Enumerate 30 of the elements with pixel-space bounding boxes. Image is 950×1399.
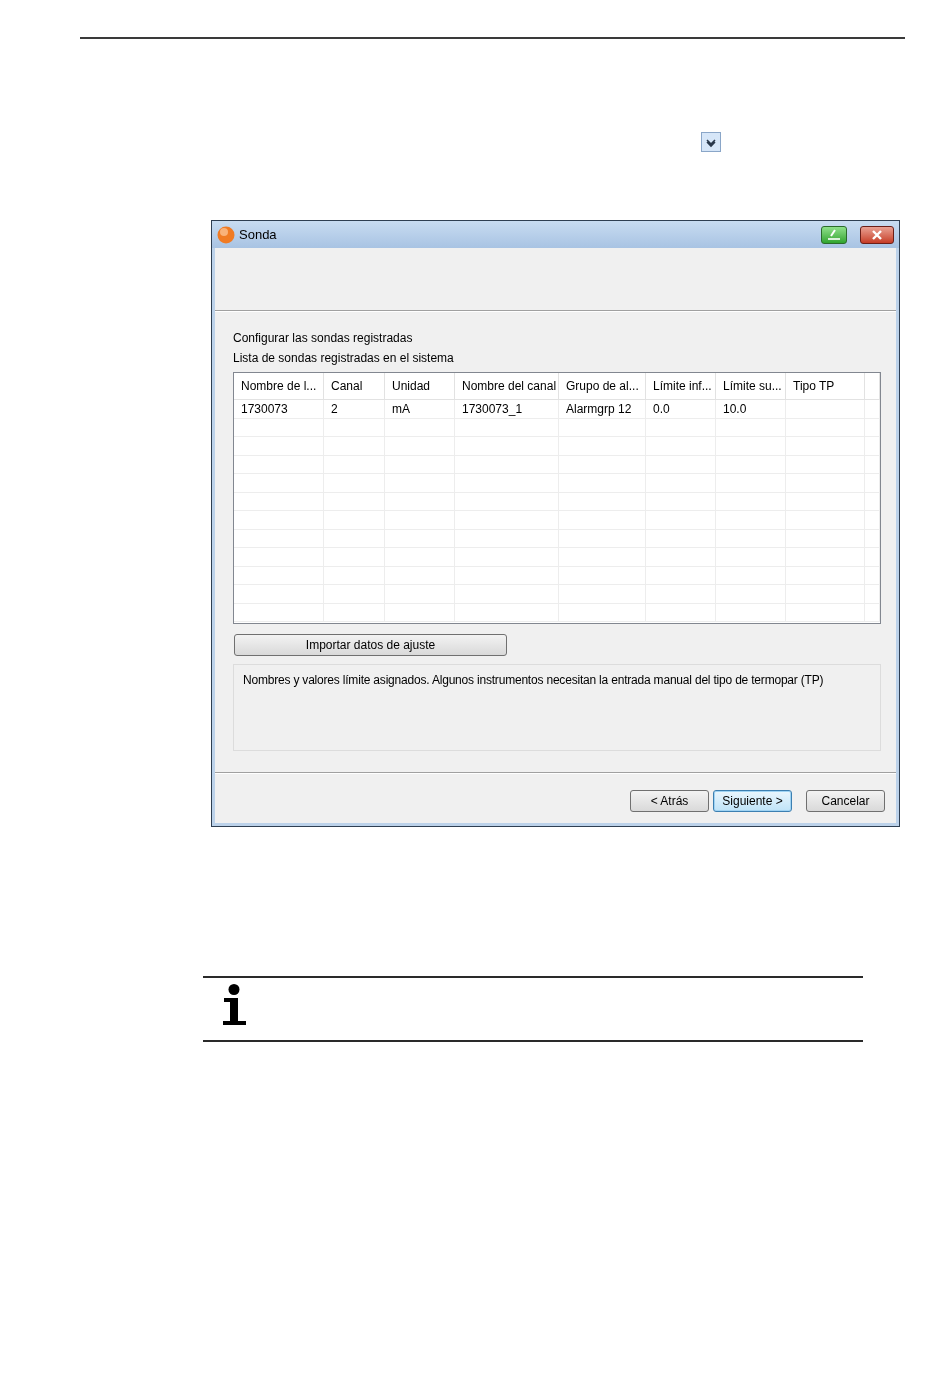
table-cell-text: 0.0 [653,400,670,418]
column-header[interactable]: Límite su... [723,377,782,395]
column-header[interactable]: Tipo TP [793,377,835,395]
import-button[interactable]: Importar datos de ajuste [234,634,507,656]
column-header[interactable]: Grupo de al... [566,377,639,395]
title-bar-button[interactable] [821,225,847,244]
close-icon [871,229,883,240]
info-text: Nombres y valores límite asignados. Algunos instrumentos necesitan la entrada manual del tipo de termopar (TP) [243,672,824,688]
logo-icon [217,225,235,244]
dialog-button[interactable]: < Atrás [630,790,709,812]
chevron-down-icon [701,132,721,152]
table-cell-text: 2 [331,400,338,418]
dialog-button[interactable]: Cancelar [806,790,885,812]
table-cell-text: 1730073_1 [462,400,523,418]
column-header[interactable]: Nombre de l... [241,377,317,395]
column-header[interactable]: Canal [331,377,363,395]
close-button[interactable] [860,225,894,244]
column-header[interactable]: Nombre del canal [462,377,557,395]
table-cell-text: mA [392,400,410,418]
dialog-button[interactable]: Siguiente > [713,790,792,812]
column-header[interactable]: Unidad [392,377,431,395]
window-title: Sonda [239,226,277,243]
column-header[interactable]: Límite inf... [653,377,712,395]
section-subheading: Lista de sondas registradas en el sistema [233,350,454,367]
pen-icon [826,228,842,241]
table-cell-text: 10.0 [723,400,747,418]
table-cell-text: Alarmgrp 12 [566,400,632,418]
info-icon [222,984,248,1025]
section-heading: Configurar las sondas registradas [233,330,413,347]
table-cell-text: 1730073 [241,400,288,418]
